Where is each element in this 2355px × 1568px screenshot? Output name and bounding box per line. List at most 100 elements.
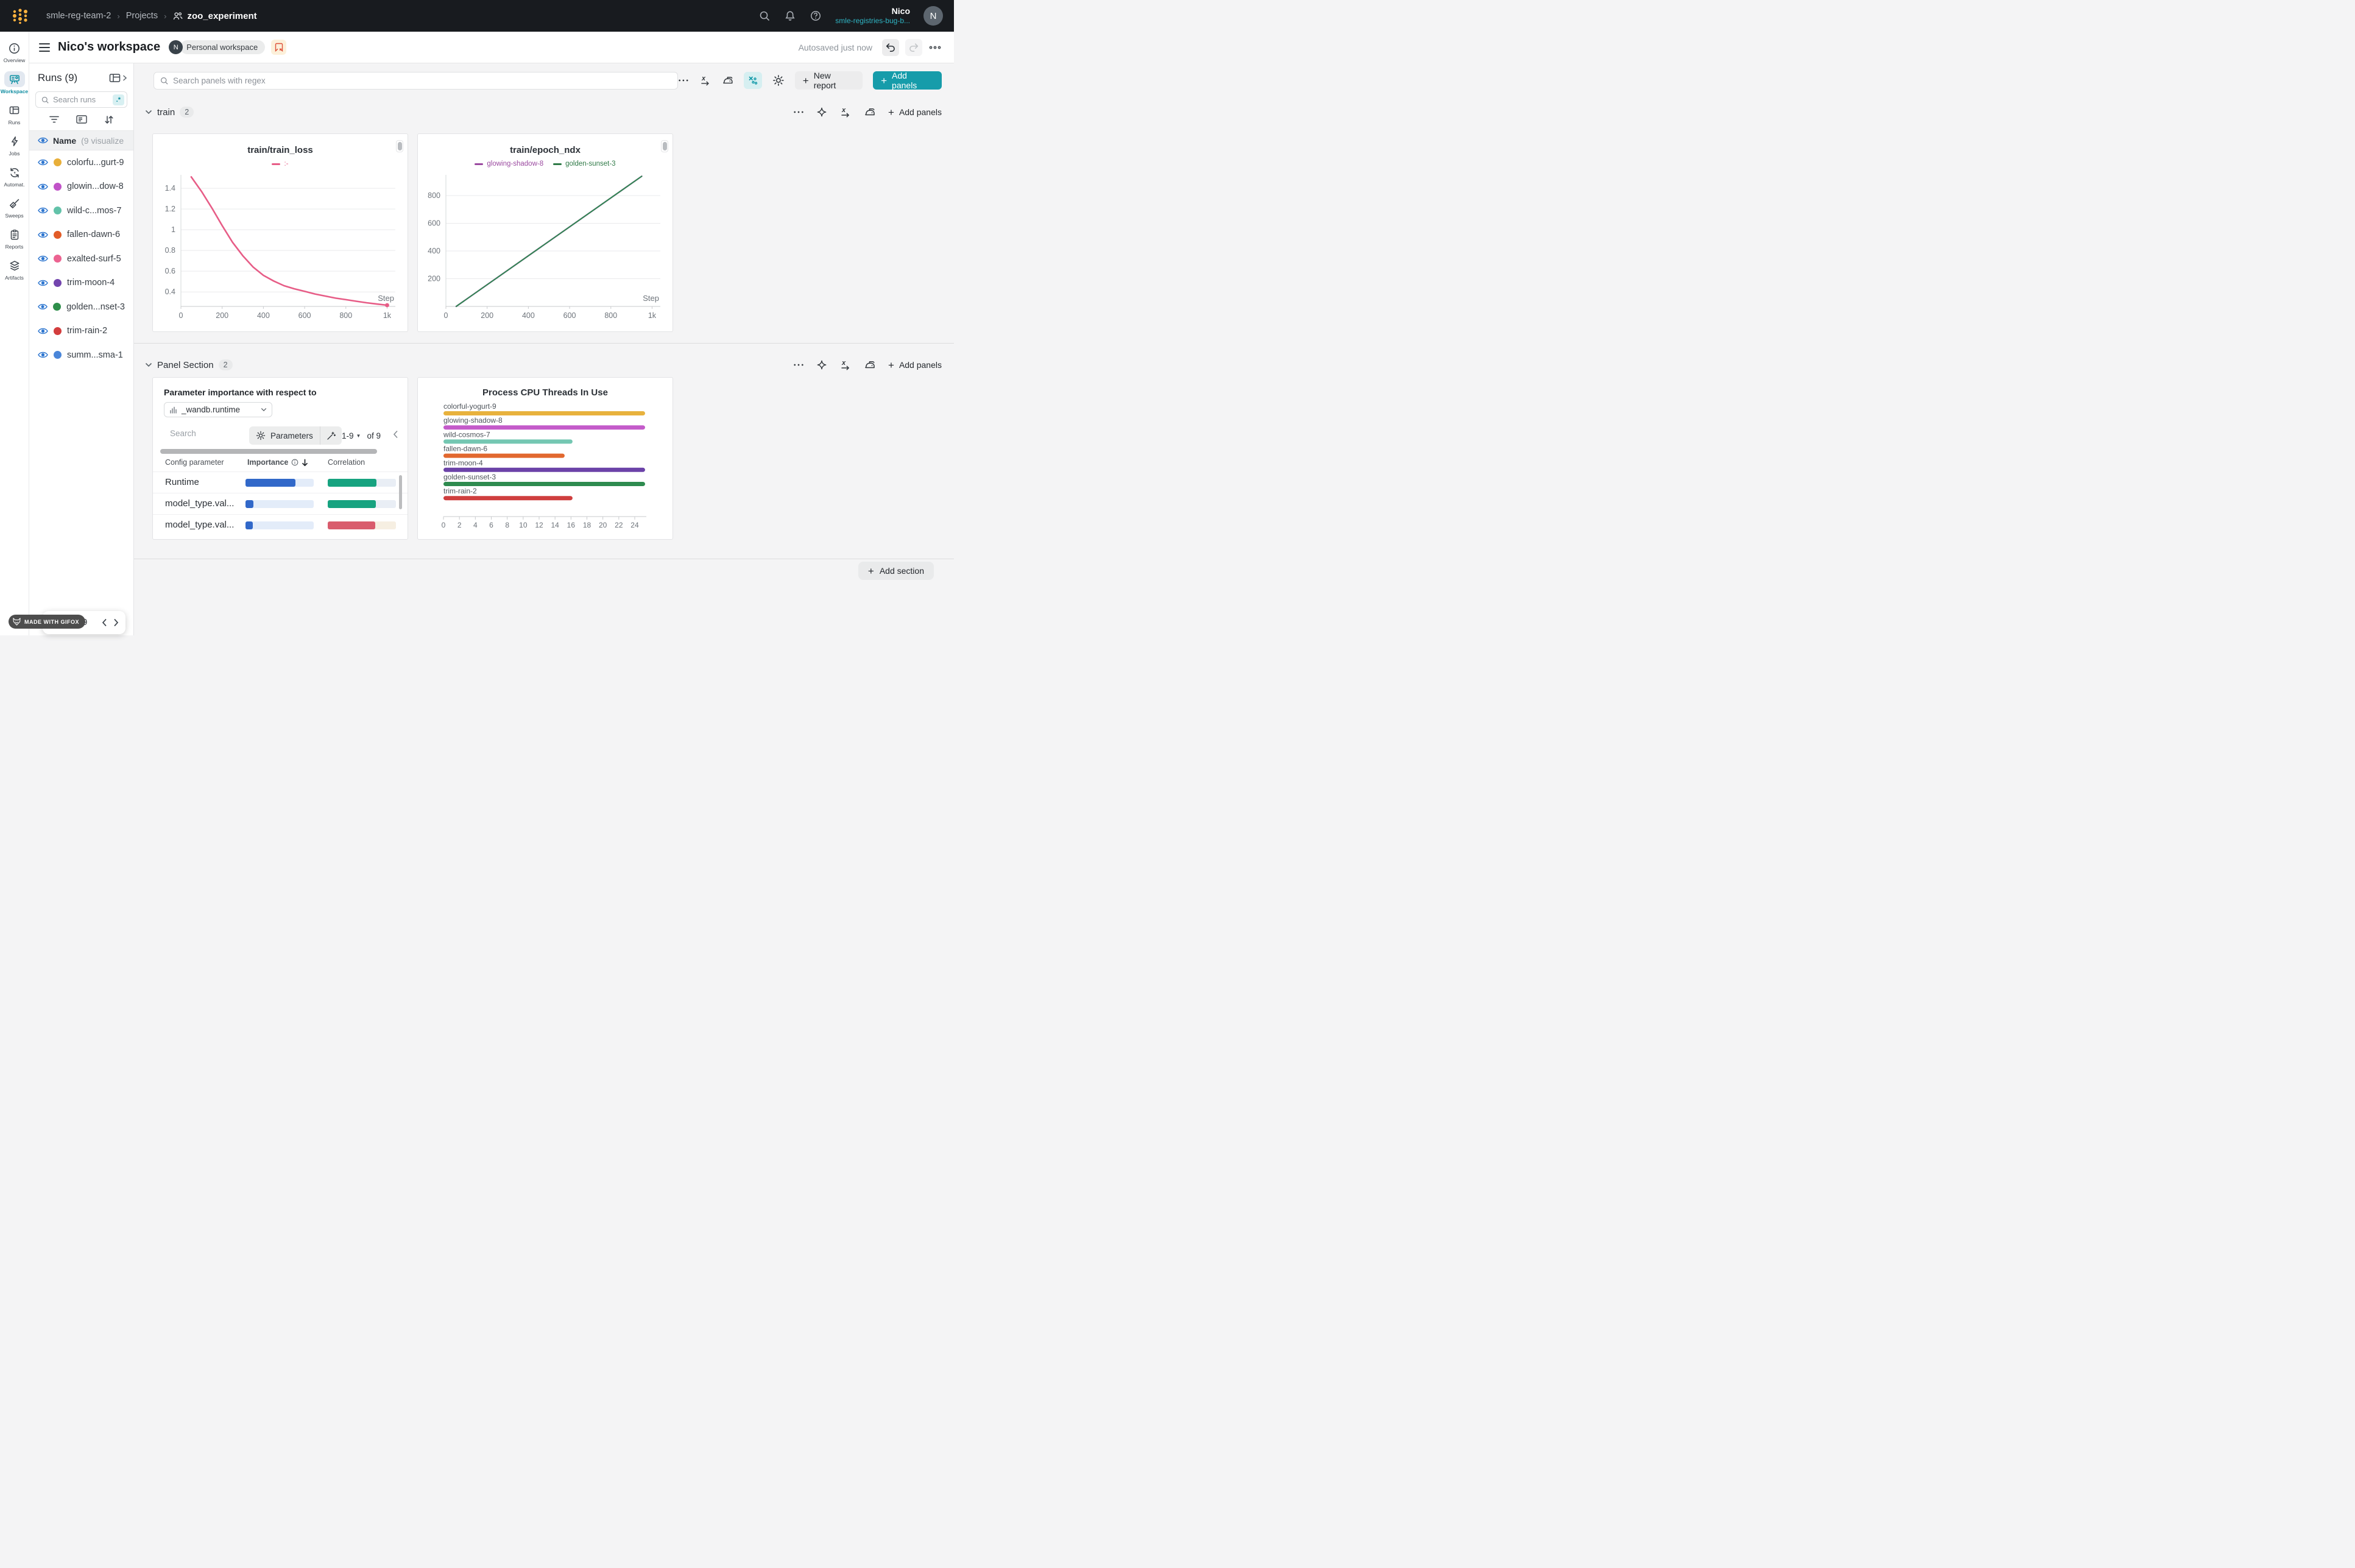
run-row[interactable]: glowin...dow-8 bbox=[29, 175, 133, 199]
panel-cpu-threads[interactable]: Process CPU Threads In Use colorful-yogu… bbox=[417, 377, 673, 540]
wandb-logo-icon[interactable] bbox=[11, 7, 29, 25]
parameters-button[interactable]: Parameters bbox=[249, 426, 320, 445]
eye-icon[interactable] bbox=[38, 183, 48, 191]
hamburger-menu-icon[interactable] bbox=[39, 43, 50, 52]
runs-search-input[interactable] bbox=[53, 95, 103, 104]
eye-icon[interactable] bbox=[38, 327, 48, 335]
page-prev-button[interactable] bbox=[102, 618, 107, 627]
sort-icon[interactable] bbox=[104, 115, 114, 124]
cpu-threads-chart[interactable]: colorful-yogurt-9glowing-shadow-8wild-co… bbox=[418, 399, 673, 534]
sidebar-item-reports[interactable]: Reports bbox=[0, 227, 29, 250]
run-name[interactable]: golden...nset-3 bbox=[66, 302, 125, 312]
param-pager[interactable]: 1-9▼ of 9 bbox=[342, 431, 381, 440]
run-name[interactable]: wild-c...mos-7 bbox=[67, 206, 121, 216]
smoothing-iron-icon[interactable] bbox=[722, 74, 734, 87]
eye-icon[interactable] bbox=[38, 231, 48, 239]
settings-gear-icon[interactable] bbox=[772, 74, 785, 87]
filter-icon[interactable] bbox=[49, 115, 60, 124]
user-org-link[interactable]: smle-registries-bug-b... bbox=[835, 16, 910, 26]
param-table-row[interactable]: Runtime bbox=[153, 471, 408, 493]
param-table-row[interactable]: model_type.val... bbox=[153, 514, 408, 535]
metric-select-dropdown[interactable]: _wandb.runtime bbox=[164, 402, 272, 417]
notifications-bell-icon[interactable] bbox=[784, 10, 796, 22]
section-overflow-menu-icon[interactable] bbox=[793, 360, 804, 370]
eye-icon[interactable] bbox=[38, 136, 48, 144]
display-settings-icon[interactable] bbox=[76, 115, 87, 124]
smoothing-iron-icon[interactable] bbox=[864, 359, 876, 371]
sidebar-item-workspace[interactable]: Workspace bbox=[0, 71, 29, 94]
run-row[interactable]: wild-c...mos-7 bbox=[29, 199, 133, 223]
epoch-ndx-chart[interactable]: 20040060080002004006008001kStep bbox=[418, 171, 673, 325]
run-name[interactable]: trim-rain-2 bbox=[67, 326, 107, 336]
param-search-input[interactable] bbox=[170, 429, 237, 438]
sidebar-item-runs[interactable]: Runs bbox=[0, 102, 29, 125]
section-add-panels-button[interactable]: + Add panels bbox=[888, 107, 942, 118]
chevron-down-icon[interactable] bbox=[145, 110, 152, 115]
remove-outliers-button[interactable] bbox=[744, 72, 762, 89]
run-name[interactable]: fallen-dawn-6 bbox=[67, 230, 120, 239]
x-axis-settings-icon[interactable]: x bbox=[839, 106, 852, 118]
user-menu[interactable]: Nico smle-registries-bug-b... bbox=[835, 6, 910, 26]
run-row[interactable]: exalted-surf-5 bbox=[29, 247, 133, 271]
expand-runs-chevron-icon[interactable] bbox=[122, 74, 127, 82]
sidebar-item-automat[interactable]: Automat. bbox=[0, 164, 29, 188]
run-name[interactable]: colorfu...gurt-9 bbox=[67, 158, 124, 168]
run-name[interactable]: trim-moon-4 bbox=[67, 278, 115, 288]
sparkle-icon[interactable] bbox=[816, 107, 827, 118]
sidebar-item-overview[interactable]: Overview bbox=[0, 40, 29, 63]
panel-parameter-importance[interactable]: Parameter importance with respect to _wa… bbox=[152, 377, 408, 540]
section-title[interactable]: Panel Section bbox=[157, 360, 214, 370]
run-row[interactable]: golden...nset-3 bbox=[29, 295, 133, 319]
undo-button[interactable] bbox=[882, 39, 899, 56]
clear-workspace-button[interactable] bbox=[271, 40, 286, 55]
search-icon[interactable] bbox=[758, 10, 771, 22]
breadcrumb-project[interactable]: zoo_experiment bbox=[172, 11, 256, 21]
eye-icon[interactable] bbox=[38, 255, 48, 263]
runs-table-icon[interactable] bbox=[109, 73, 121, 83]
new-report-button[interactable]: + New report bbox=[795, 71, 863, 90]
add-panels-button[interactable]: + Add panels bbox=[873, 71, 942, 90]
sidebar-item-sweeps[interactable]: Sweeps bbox=[0, 196, 29, 219]
chevron-down-icon[interactable] bbox=[145, 362, 152, 367]
toolbar-overflow-menu-icon[interactable] bbox=[678, 76, 689, 85]
section-add-panels-button[interactable]: + Add panels bbox=[888, 360, 942, 370]
panel-drag-handle[interactable] bbox=[396, 140, 403, 152]
redo-button[interactable] bbox=[905, 39, 922, 56]
breadcrumb-team[interactable]: smle-reg-team-2 bbox=[46, 11, 111, 21]
train-loss-chart[interactable]: 0.40.60.811.21.402004006008001kStep bbox=[153, 171, 408, 325]
run-row[interactable]: summ...sma-1 bbox=[29, 343, 133, 367]
panel-search-input[interactable] bbox=[173, 76, 672, 85]
run-row[interactable]: trim-rain-2 bbox=[29, 319, 133, 344]
eye-icon[interactable] bbox=[38, 351, 48, 359]
panel-train-loss[interactable]: train/train_loss :- 0.40.60.811.21.40200… bbox=[152, 133, 408, 332]
breadcrumb-projects[interactable]: Projects bbox=[126, 11, 158, 21]
eye-icon[interactable] bbox=[38, 207, 48, 214]
runs-list-header[interactable]: Name (9 visualize bbox=[29, 130, 133, 150]
sidebar-item-jobs[interactable]: Jobs bbox=[0, 133, 29, 157]
run-row[interactable]: trim-moon-4 bbox=[29, 271, 133, 295]
run-name[interactable]: summ...sma-1 bbox=[67, 350, 123, 360]
column-correlation[interactable]: Correlation bbox=[328, 458, 365, 467]
help-icon[interactable] bbox=[810, 10, 822, 22]
header-overflow-menu-icon[interactable] bbox=[928, 42, 942, 53]
regex-toggle[interactable]: .* bbox=[113, 94, 124, 105]
chevron-left-icon[interactable] bbox=[393, 430, 398, 439]
sidebar-item-artifacts[interactable]: Artifacts bbox=[0, 258, 29, 281]
column-importance[interactable]: Importance bbox=[247, 458, 308, 467]
x-axis-settings-icon[interactable]: x bbox=[839, 359, 852, 371]
magic-wand-button[interactable] bbox=[320, 426, 342, 445]
page-next-button[interactable] bbox=[113, 618, 119, 627]
eye-icon[interactable] bbox=[38, 303, 48, 311]
run-name[interactable]: glowin...dow-8 bbox=[67, 182, 124, 191]
run-row[interactable]: fallen-dawn-6 bbox=[29, 223, 133, 247]
eye-icon[interactable] bbox=[38, 158, 48, 166]
panel-epoch-ndx[interactable]: train/epoch_ndx glowing-shadow-8golden-s… bbox=[417, 133, 673, 332]
smoothing-iron-icon[interactable] bbox=[864, 106, 876, 118]
vertical-scrollbar[interactable] bbox=[399, 475, 402, 509]
add-section-button[interactable]: + Add section bbox=[858, 562, 934, 580]
run-name[interactable]: exalted-surf-5 bbox=[67, 254, 121, 264]
avatar[interactable]: N bbox=[923, 6, 943, 26]
horizontal-scrollbar[interactable] bbox=[160, 449, 377, 454]
section-title[interactable]: train bbox=[157, 107, 175, 118]
eye-icon[interactable] bbox=[38, 279, 48, 287]
